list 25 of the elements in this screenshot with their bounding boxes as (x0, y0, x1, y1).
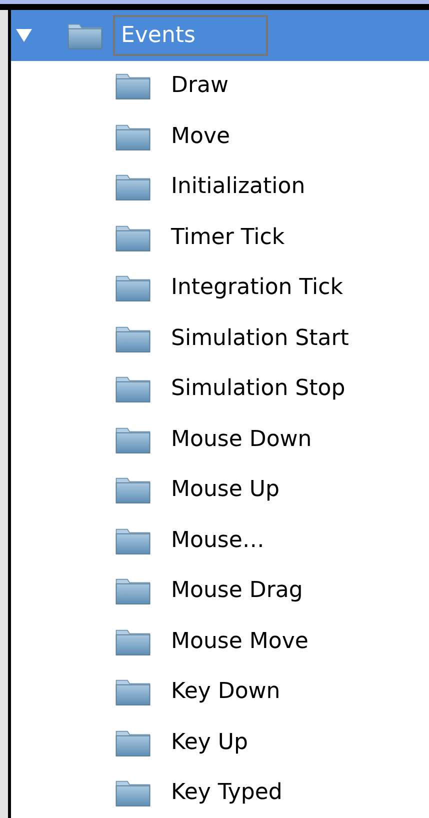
tree-item[interactable]: Key Down (11, 666, 429, 717)
folder-icon (115, 677, 151, 706)
folder-icon (115, 374, 151, 404)
tree-item[interactable]: Simulation Start (11, 313, 429, 364)
tree-item[interactable]: Mouse… (11, 515, 429, 566)
tree-item[interactable]: Initialization (11, 162, 429, 212)
tree-item[interactable]: Move (11, 111, 429, 162)
tree-item[interactable]: Mouse Move (11, 616, 429, 666)
folder-icon (115, 778, 151, 808)
tree-item[interactable]: Timer Tick (11, 212, 429, 262)
folder-icon (115, 576, 151, 606)
tree-item[interactable]: Events (11, 10, 429, 60)
disclosure-triangle-icon[interactable] (15, 27, 33, 44)
tree-item[interactable]: Key Up (11, 717, 429, 768)
tree-item[interactable]: Draw (11, 60, 429, 111)
folder-icon (115, 71, 151, 100)
tree-item[interactable]: Mouse Up (11, 464, 429, 515)
tree-item[interactable]: Key Typed (11, 768, 429, 818)
tree-item[interactable]: Integration Tick (11, 262, 429, 313)
folder-icon (115, 172, 151, 202)
tree-item[interactable]: Mouse Down (11, 414, 429, 464)
folder-icon (115, 273, 151, 302)
tree-item[interactable]: Mouse Drag (11, 566, 429, 616)
folder-icon (115, 475, 151, 504)
tree-item[interactable]: Simulation Stop (11, 364, 429, 414)
